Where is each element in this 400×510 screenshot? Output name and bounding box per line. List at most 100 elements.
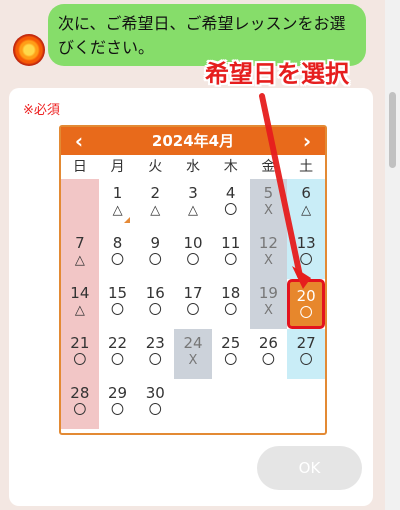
- calendar-day-2[interactable]: 2 △: [136, 179, 174, 229]
- calendar-day-19: 19 X: [249, 279, 288, 329]
- availability-mark: △: [301, 203, 312, 218]
- calendar-day-10[interactable]: 10 〇: [174, 229, 212, 279]
- calendar-day-4[interactable]: 4〇: [212, 179, 250, 229]
- weekday-label: 火: [148, 159, 163, 175]
- availability-mark: △: [74, 303, 85, 318]
- weekday-label: 木: [223, 159, 238, 175]
- calendar-day-28[interactable]: 28 〇: [61, 379, 99, 429]
- day-number: 16: [145, 284, 165, 302]
- calendar-day-9[interactable]: 9〇: [136, 229, 174, 279]
- day-number: 21: [70, 334, 90, 352]
- availability-mark: 〇: [186, 253, 200, 268]
- availability-mark: 〇: [148, 353, 162, 368]
- calendar-day-17[interactable]: 17 〇: [174, 279, 212, 329]
- day-number: 25: [221, 334, 241, 352]
- day-number: 10: [183, 234, 203, 252]
- calendar-day-1[interactable]: 1 △: [99, 179, 137, 229]
- availability-mark: X: [263, 253, 273, 268]
- day-number: 28: [70, 384, 90, 402]
- calendar-day-18[interactable]: 18 〇: [212, 279, 250, 329]
- annotation-label: 希望日を選択: [205, 60, 349, 88]
- availability-mark: X: [263, 303, 273, 318]
- availability-mark: 〇: [111, 303, 125, 318]
- calendar-day-6[interactable]: 6 △: [287, 179, 325, 229]
- calendar-grid: 日月火水木金土 1 △ 2 △ 3 △ 4 〇 5 X 6 △ 7 △ 8 〇 9 〇 10 〇 11 〇 12 X 13 〇 14 △…: [61, 155, 325, 429]
- day-number: 2: [150, 184, 161, 202]
- day-number: 29: [108, 384, 128, 402]
- calendar-day-24: 24 X: [174, 329, 212, 379]
- day-number: 11: [221, 234, 241, 252]
- availability-mark: △: [187, 203, 198, 218]
- day-number: 3: [188, 184, 198, 202]
- chevron-right-icon[interactable]: ›: [293, 127, 321, 155]
- chevron-left-icon[interactable]: ‹: [65, 127, 93, 155]
- calendar-day-22[interactable]: 22 〇: [99, 329, 137, 379]
- weekday-label: 金: [261, 159, 276, 175]
- calendar-day-15[interactable]: 15 〇: [99, 279, 137, 329]
- calendar-day-27[interactable]: 27 〇: [287, 329, 325, 379]
- availability-mark: X: [188, 353, 198, 368]
- required-label: ※必須: [23, 103, 60, 118]
- calendar-day-8[interactable]: 8〇: [99, 229, 137, 279]
- day-number: 7: [75, 234, 85, 252]
- day-number: 27: [296, 334, 316, 352]
- day-number: 18: [221, 284, 241, 302]
- calendar-day-20[interactable]: 20 〇: [287, 279, 325, 329]
- weekday-label: 土: [299, 159, 314, 175]
- availability-mark: 〇: [148, 403, 162, 418]
- calendar-day-7[interactable]: 7 △: [61, 229, 99, 279]
- day-number: 22: [108, 334, 128, 352]
- scrollbar-thumb[interactable]: [389, 92, 396, 168]
- day-number: 5: [263, 184, 274, 202]
- calendar: ‹ 2024年4月 › 日月火水木金土 1 △ 2 △ 3 △ 4 〇 5 X 6 △ 7 △ 8 〇 9 〇 10 〇…: [59, 125, 327, 435]
- date-selection-card: ※必須 ‹ 2024年4月 › 日月火水木金土 1 △ 2 △ 3 △ 4 〇 5 X 6 △ 7 △ 8 〇 9…: [9, 88, 373, 506]
- day-number: 15: [108, 284, 128, 302]
- calendar-day-11[interactable]: 11 〇: [212, 229, 250, 279]
- day-number: 30: [145, 384, 165, 402]
- availability-mark: 〇: [224, 253, 238, 268]
- calendar-day-26[interactable]: 26 〇: [250, 329, 288, 379]
- day-number: 19: [258, 284, 278, 302]
- scrollbar[interactable]: [385, 0, 400, 510]
- day-number: 14: [70, 284, 90, 302]
- availability-mark: 〇: [224, 303, 238, 318]
- availability-mark: △: [74, 253, 85, 268]
- calendar-day-30[interactable]: 30 〇: [136, 379, 174, 429]
- availability-mark: 〇: [73, 353, 87, 368]
- availability-mark: 〇: [299, 353, 313, 368]
- availability-mark: X: [263, 203, 273, 218]
- day-number: 6: [301, 184, 311, 202]
- day-number: 26: [258, 334, 278, 352]
- availability-mark: 〇: [299, 253, 313, 268]
- bot-avatar: [13, 34, 45, 66]
- calendar-day-5: 5X: [249, 179, 288, 229]
- calendar-month-label: 2024年4月: [151, 132, 235, 150]
- calendar-day-29[interactable]: 29 〇: [99, 379, 137, 429]
- availability-mark: △: [150, 203, 161, 218]
- calendar-header: ‹ 2024年4月 ›: [61, 127, 325, 155]
- day-number: 1: [112, 184, 123, 202]
- corner-triangle-icon: [124, 217, 131, 223]
- calendar-day-21[interactable]: 21 〇: [61, 329, 99, 379]
- ok-button[interactable]: OK: [257, 446, 362, 490]
- availability-mark: 〇: [111, 403, 125, 418]
- weekday-label: 月: [110, 159, 125, 175]
- calendar-empty-cell: [61, 179, 99, 229]
- calendar-day-13[interactable]: 13 〇: [287, 229, 325, 279]
- day-number: 13: [296, 234, 316, 252]
- availability-mark: 〇: [73, 403, 87, 418]
- day-number: 24: [183, 334, 203, 352]
- availability-mark: 〇: [111, 253, 125, 268]
- weekday-label: 日: [72, 159, 87, 175]
- day-number: 23: [145, 334, 165, 352]
- calendar-day-3[interactable]: 3 △: [174, 179, 212, 229]
- calendar-day-14[interactable]: 14 △: [61, 279, 99, 329]
- day-number: 8: [112, 234, 123, 252]
- availability-mark: 〇: [224, 203, 238, 218]
- calendar-day-12: 12 X: [249, 229, 288, 279]
- calendar-day-25[interactable]: 25 〇: [212, 329, 250, 379]
- chat-area: 次に、ご希望日、ご希望レッスンをお選びください。 ※必須 ‹ 2024年4月 ›…: [0, 0, 385, 510]
- calendar-day-23[interactable]: 23 〇: [136, 329, 174, 379]
- calendar-day-16[interactable]: 16 〇: [136, 279, 174, 329]
- weekday-label: 水: [185, 159, 200, 175]
